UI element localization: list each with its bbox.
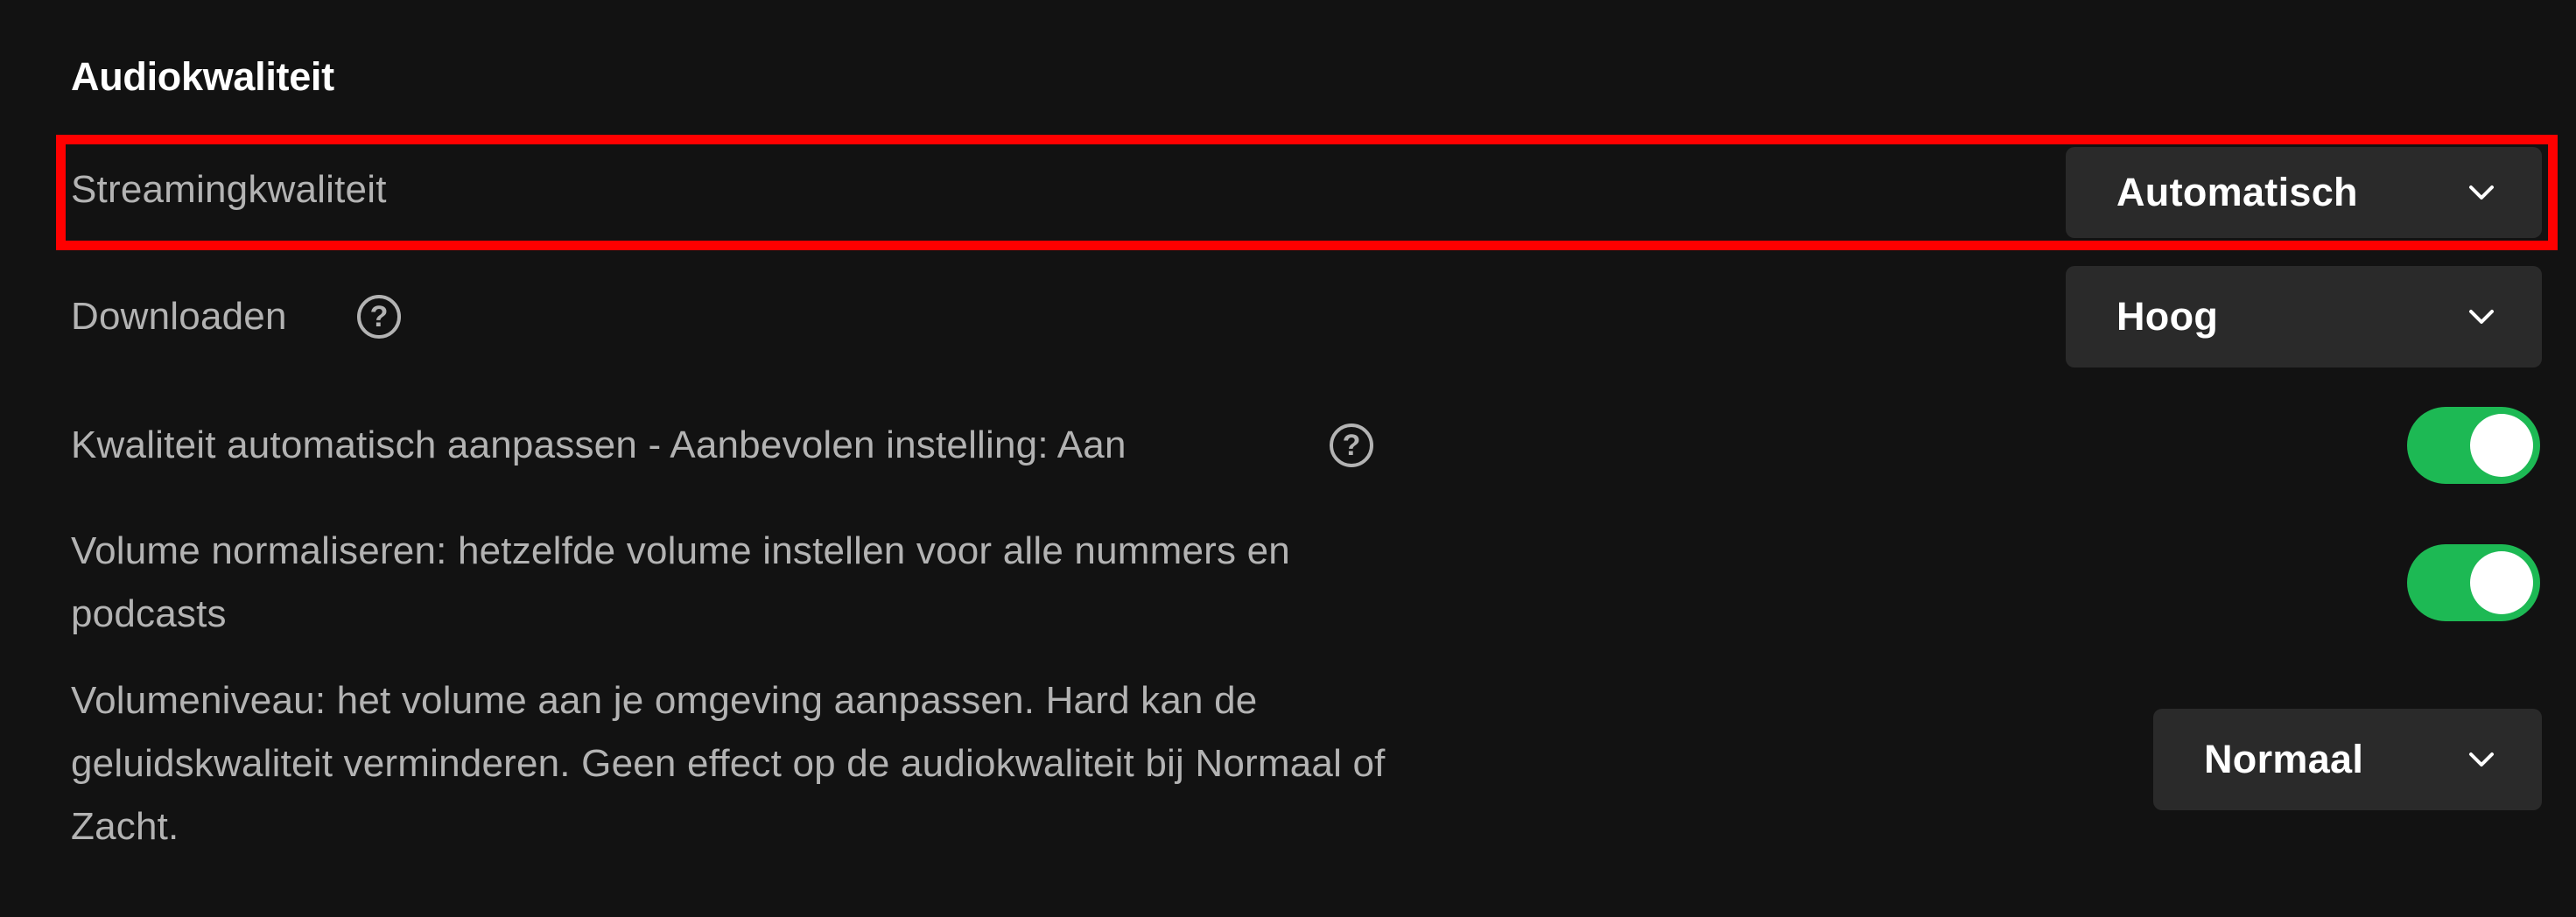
auto-adjust-quality-toggle[interactable] [2407,407,2540,484]
volume-level-label-line-2: geluidskwaliteit verminderen. Geen effec… [71,742,1386,785]
chevron-down-icon [2468,179,2495,206]
help-icon[interactable]: ? [357,295,401,339]
section-title: Audiokwaliteit [71,54,334,99]
volume-level-label-line-1: Volumeniveau: het volume aan je omgeving… [71,679,1258,722]
download-quality-dropdown[interactable]: Hoog [2066,266,2542,368]
chevron-down-icon [2468,304,2495,330]
toggle-knob [2470,551,2533,614]
normalize-volume-toggle[interactable] [2407,544,2540,621]
download-quality-value: Hoog [2116,294,2219,339]
auto-adjust-quality-label: Kwaliteit automatisch aanpassen - Aanbev… [71,424,1127,466]
streaming-quality-value: Automatisch [2116,170,2358,214]
volume-level-value: Normaal [2204,737,2364,781]
volume-level-dropdown[interactable]: Normaal [2153,709,2542,810]
toggle-knob [2470,414,2533,477]
volume-level-label-line-3: Zacht. [71,805,179,848]
normalize-volume-label-line-2: podcasts [71,592,227,635]
streaming-quality-dropdown[interactable]: Automatisch [2066,147,2542,238]
download-quality-label: Downloaden [71,295,287,338]
normalize-volume-label-line-1: Volume normaliseren: hetzelfde volume in… [71,529,1290,572]
help-icon[interactable]: ? [1330,424,1373,467]
streaming-quality-label: Streamingkwaliteit [71,168,387,211]
chevron-down-icon [2468,746,2495,773]
